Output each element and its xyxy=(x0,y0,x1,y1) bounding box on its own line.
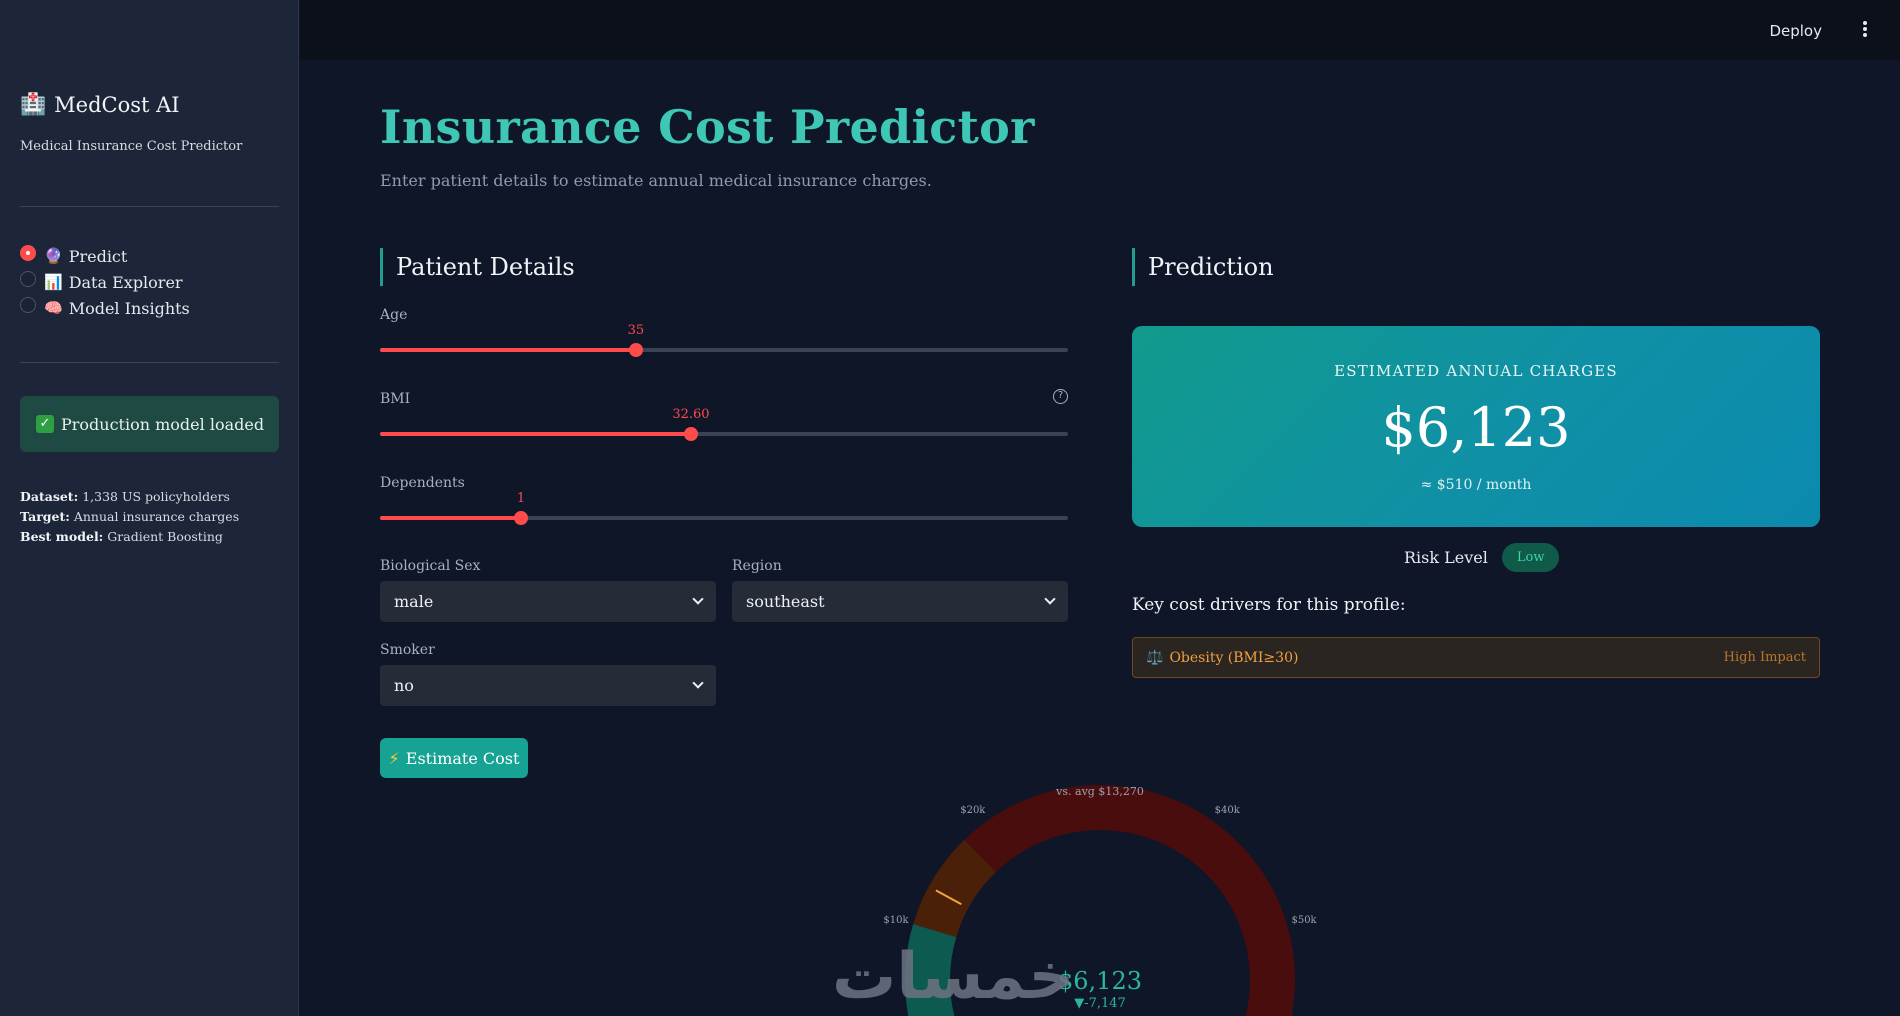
nav-label: Predict xyxy=(68,246,128,266)
sidebar-divider xyxy=(20,206,279,207)
meta-target: Annual insurance charges xyxy=(73,509,240,524)
chevron-down-icon xyxy=(692,593,704,605)
scales-icon: ⚖️ xyxy=(1146,649,1164,666)
more-menu-icon[interactable] xyxy=(1859,20,1871,40)
estimate-cost-label: Estimate Cost xyxy=(405,748,520,768)
region-value: southeast xyxy=(746,592,825,611)
slider-fill xyxy=(380,516,522,520)
top-bar: Deploy xyxy=(300,0,1900,60)
age-slider[interactable]: 35 xyxy=(380,323,1068,357)
cost-drivers-heading: Key cost drivers for this profile: xyxy=(1132,595,1406,615)
smoker-value: no xyxy=(394,676,414,695)
chevron-down-icon xyxy=(692,677,704,689)
gauge-tick-label: $10k xyxy=(883,915,909,926)
smoker-select[interactable]: no xyxy=(380,665,716,706)
meta-target-label: Target: xyxy=(20,509,70,524)
hospital-icon: 🏥 xyxy=(20,92,47,116)
bar-chart-icon: 📊 xyxy=(44,273,63,291)
gauge-delta-label: ▼-7,147 xyxy=(1074,996,1126,1011)
region-select[interactable]: southeast xyxy=(732,581,1068,622)
radio-selected-icon[interactable] xyxy=(20,245,36,261)
lightning-icon: ⚡ xyxy=(388,748,400,768)
sidebar: 🏥 MedCost AI Medical Insurance Cost Pred… xyxy=(0,0,299,1016)
chevron-down-icon xyxy=(1044,593,1056,605)
gauge-tick-label: $20k xyxy=(960,805,986,816)
help-icon[interactable]: ? xyxy=(1053,389,1068,404)
cost-driver-item: ⚖️ Obesity (BMI≥30) High Impact xyxy=(1132,637,1820,678)
nav-item-model-insights[interactable]: 🧠 Model Insights xyxy=(20,295,190,321)
brain-icon: 🧠 xyxy=(44,299,63,317)
dependents-slider[interactable]: 1 xyxy=(380,491,1068,525)
nav-item-data-explorer[interactable]: 📊 Data Explorer xyxy=(20,269,190,295)
dependents-value: 1 xyxy=(516,491,526,506)
meta-model-label: Best model: xyxy=(20,529,104,544)
model-status-alert: ✓ Production model loaded xyxy=(20,396,279,452)
model-status-text: Production model loaded xyxy=(61,414,265,434)
deploy-button[interactable]: Deploy xyxy=(1769,22,1822,40)
crystal-ball-icon: 🔮 xyxy=(44,247,63,265)
region-label: Region xyxy=(732,558,782,574)
slider-fill xyxy=(380,432,691,436)
radio-icon[interactable] xyxy=(20,271,36,287)
age-value: 35 xyxy=(627,323,645,338)
bmi-label: BMI xyxy=(380,391,411,407)
nav-label: Data Explorer xyxy=(68,272,183,292)
sidebar-nav: 🔮 Predict 📊 Data Explorer 🧠 Model Insigh… xyxy=(20,243,190,321)
nav-label: Model Insights xyxy=(68,298,190,318)
prediction-label: ESTIMATED ANNUAL CHARGES xyxy=(1334,362,1618,380)
risk-level-label: Risk Level xyxy=(1404,548,1488,567)
cost-driver-name: Obesity (BMI≥30) xyxy=(1169,649,1299,666)
sidebar-divider xyxy=(20,362,279,363)
prediction-value: $6,123 xyxy=(1381,396,1571,459)
slider-thumb[interactable] xyxy=(628,343,643,357)
check-icon: ✓ xyxy=(36,415,54,433)
slider-thumb[interactable] xyxy=(514,511,529,525)
dependents-label: Dependents xyxy=(380,475,465,491)
cost-driver-impact: High Impact xyxy=(1723,650,1806,665)
risk-level-badge: Low xyxy=(1501,543,1560,572)
prediction-card: ESTIMATED ANNUAL CHARGES $6,123 ≈ $510 /… xyxy=(1132,326,1820,527)
gauge-tick-label: $50k xyxy=(1291,915,1317,926)
prediction-heading: Prediction xyxy=(1132,248,1274,286)
sex-label: Biological Sex xyxy=(380,558,481,574)
watermark-logo: خمسات xyxy=(832,940,1076,1014)
dataset-meta: Dataset: 1,338 US policyholders Target: … xyxy=(20,487,239,547)
bmi-value: 32.60 xyxy=(672,407,710,422)
radio-icon[interactable] xyxy=(20,297,36,313)
slider-fill xyxy=(380,348,636,352)
nav-item-predict[interactable]: 🔮 Predict xyxy=(20,243,190,269)
page-title: Insurance Cost Predictor xyxy=(380,100,1035,154)
risk-level: Risk Level Low xyxy=(1404,543,1560,572)
page-subtitle: Enter patient details to estimate annual… xyxy=(380,171,932,190)
meta-dataset-label: Dataset: xyxy=(20,489,79,504)
brand: 🏥 MedCost AI xyxy=(20,92,180,117)
brand-name: MedCost AI xyxy=(54,92,180,117)
sex-select[interactable]: male xyxy=(380,581,716,622)
meta-dataset: 1,338 US policyholders xyxy=(82,489,230,504)
gauge-reference-label: vs. avg $13,270 xyxy=(1055,785,1144,798)
brand-subtitle: Medical Insurance Cost Predictor xyxy=(20,139,243,154)
meta-model: Gradient Boosting xyxy=(107,529,223,544)
sex-value: male xyxy=(394,592,434,611)
slider-thumb[interactable] xyxy=(683,427,698,441)
prediction-monthly: ≈ $510 / month xyxy=(1420,477,1532,493)
smoker-label: Smoker xyxy=(380,642,435,658)
bmi-slider[interactable]: 32.60 xyxy=(380,407,1068,441)
patient-details-heading: Patient Details xyxy=(380,248,575,286)
gauge-tick-label: $40k xyxy=(1215,805,1241,816)
estimate-cost-button[interactable]: ⚡ Estimate Cost xyxy=(380,738,528,778)
age-label: Age xyxy=(380,307,408,323)
